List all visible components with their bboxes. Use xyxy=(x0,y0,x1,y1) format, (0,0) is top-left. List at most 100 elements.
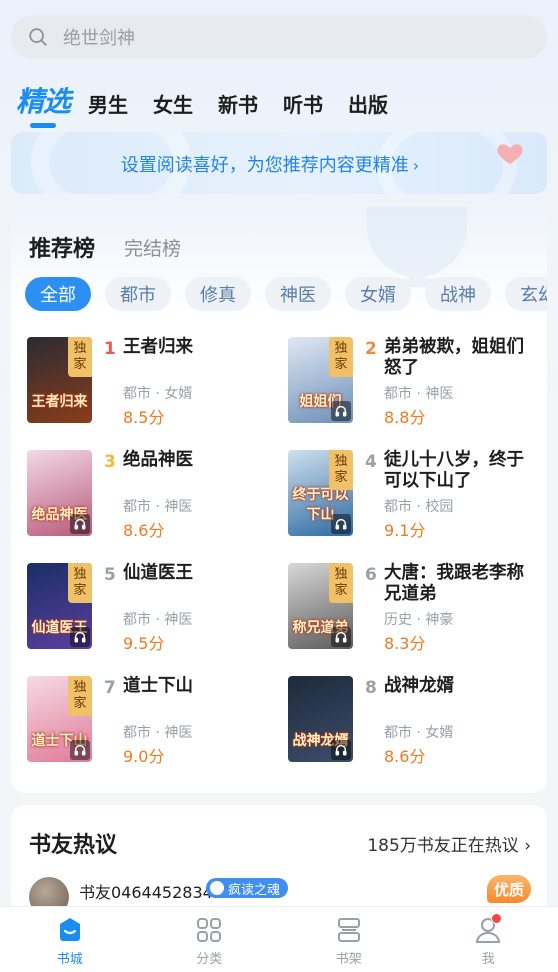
headphones-icon xyxy=(331,627,351,647)
heart-icon xyxy=(497,144,523,165)
badge-icon xyxy=(210,881,224,895)
tab-featured-label: 精选 xyxy=(16,85,71,118)
book-cover[interactable]: 战神龙婿 xyxy=(288,676,353,762)
tab-recommend-list[interactable]: 推荐榜 xyxy=(29,231,95,263)
book-tags: 都市 · 校园 xyxy=(384,499,454,515)
tab-completed-list[interactable]: 完结榜 xyxy=(124,234,181,261)
chip-urban[interactable]: 都市 xyxy=(105,277,171,311)
book-score: 8.6分 xyxy=(384,747,426,766)
book-tags: 历史 · 神豪 xyxy=(384,612,454,628)
user-level-badge: 疯读之魂 xyxy=(206,878,289,898)
headphones-icon xyxy=(70,627,90,647)
genre-filter-chips: 全部 都市 修真 神医 女婿 战神 玄幻 xyxy=(25,277,547,313)
nav-label: 我 xyxy=(481,952,495,967)
exclusive-badge: 独家 xyxy=(329,337,353,377)
discussion-count: 185万书友正在热议 xyxy=(367,836,519,856)
book-title[interactable]: 徒儿十八岁，终于可以下山了 xyxy=(384,450,540,492)
book-title[interactable]: 战神龙婿 xyxy=(384,676,540,697)
book-item[interactable]: 王者归来独家 1 王者归来 都市 · 女婿 8.5分 xyxy=(27,337,287,427)
book-title[interactable]: 大唐：我跟老李称兄道弟 xyxy=(384,563,540,605)
book-cover[interactable]: 终于可以下山独家 xyxy=(288,450,353,536)
rank-number: 8 xyxy=(365,678,377,698)
nav-category[interactable]: 分类 xyxy=(140,907,280,972)
preference-banner[interactable]: 设置阅读喜好，为您推荐内容更精准 › xyxy=(11,132,547,194)
book-item[interactable]: 终于可以下山独家 4 徒儿十八岁，终于可以下山了 都市 · 校园 9.1分 xyxy=(288,450,547,540)
discussion-title: 书友热议 xyxy=(29,833,118,858)
tab-audiobooks[interactable]: 听书 xyxy=(283,89,323,120)
exclusive-badge: 独家 xyxy=(68,563,92,603)
rank-number: 6 xyxy=(365,565,377,585)
exclusive-badge-char: 家 xyxy=(73,583,87,598)
rank-number: 7 xyxy=(104,678,116,698)
chip-son-in-law[interactable]: 女婿 xyxy=(345,277,411,311)
book-title[interactable]: 绝品神医 xyxy=(123,450,279,471)
category-grid-icon xyxy=(197,918,222,942)
rank-number: 2 xyxy=(365,339,377,359)
book-cover[interactable]: 王者归来 独家 xyxy=(27,337,92,423)
exclusive-badge-char: 家 xyxy=(73,357,87,372)
rank-number: 4 xyxy=(365,452,377,472)
tab-male[interactable]: 男生 xyxy=(88,89,128,120)
book-cover[interactable]: 道士下山独家 xyxy=(27,676,92,762)
chip-fantasy[interactable]: 玄幻 xyxy=(505,277,547,311)
exclusive-badge: 独家 xyxy=(329,563,353,603)
exclusive-badge: 独家 xyxy=(68,676,92,716)
nav-bookshelf[interactable]: 书架 xyxy=(279,907,419,972)
exclusive-badge-char: 家 xyxy=(334,357,348,372)
book-item[interactable]: 道士下山独家 7 道士下山都市 · 神医 9.0分 xyxy=(27,676,287,766)
book-tags: 都市 · 神医 xyxy=(123,725,193,741)
book-cover[interactable]: 绝品神医 xyxy=(27,450,92,536)
exclusive-badge-char: 独 xyxy=(334,567,348,582)
book-score: 8.8分 xyxy=(384,408,426,427)
quality-tag: 优质 xyxy=(487,875,531,903)
headphones-icon xyxy=(331,740,351,760)
headphones-icon xyxy=(70,740,90,760)
nav-profile[interactable]: 我 xyxy=(419,907,558,972)
badge-label: 疯读之魂 xyxy=(228,882,281,898)
book-score: 8.6分 xyxy=(123,521,165,540)
chip-cultivation[interactable]: 修真 xyxy=(185,277,251,311)
discussion-more-link[interactable]: 185万书友正在热议 › xyxy=(367,831,531,856)
nav-bookstore[interactable]: 书城 xyxy=(0,907,140,972)
rank-number: 3 xyxy=(104,452,116,472)
book-cover[interactable]: 称兄道弟独家 xyxy=(288,563,353,649)
book-item[interactable]: 绝品神医 3 绝品神医 都市 · 神医 8.6分 xyxy=(27,450,287,540)
tab-new-books[interactable]: 新书 xyxy=(218,89,258,120)
banner-text-row: 设置阅读喜好，为您推荐内容更精准 › xyxy=(11,151,547,177)
chip-divine-doctor[interactable]: 神医 xyxy=(265,277,331,311)
book-cover[interactable]: 姐姐们独家 xyxy=(288,337,353,423)
tab-female[interactable]: 女生 xyxy=(153,89,193,120)
book-item[interactable]: 战神龙婿 8 战神龙婿 都市 · 女婿 8.6分 xyxy=(288,676,547,766)
book-cover[interactable]: 仙道医王独家 xyxy=(27,563,92,649)
book-title[interactable]: 王者归来 xyxy=(123,337,279,358)
book-title[interactable]: 弟弟被欺，姐姐们怒了 xyxy=(384,337,540,379)
book-title[interactable]: 仙道医王 xyxy=(123,563,279,584)
book-item[interactable]: 称兄道弟独家 6 大唐：我跟老李称兄道弟 历史 · 神豪 8.3分 xyxy=(288,563,547,653)
book-tags: 都市 · 神医 xyxy=(123,612,193,628)
bookstore-icon xyxy=(59,918,80,941)
nav-label: 分类 xyxy=(196,952,223,967)
exclusive-badge-char: 独 xyxy=(334,454,348,469)
book-item[interactable]: 姐姐们独家 2 弟弟被欺，姐姐们怒了 都市 · 神医 8.8分 xyxy=(288,337,547,427)
exclusive-badge: 独家 xyxy=(68,337,92,377)
trophy-icon xyxy=(367,207,467,287)
nav-label: 书架 xyxy=(335,952,362,967)
exclusive-badge-char: 家 xyxy=(334,470,348,485)
book-score: 9.0分 xyxy=(123,747,165,766)
search-placeholder: 绝世剑神 xyxy=(63,28,135,49)
headphones-icon xyxy=(331,401,351,421)
book-title[interactable]: 道士下山 xyxy=(123,676,279,697)
search-bar[interactable]: 绝世剑神 xyxy=(11,15,547,59)
chip-war-god[interactable]: 战神 xyxy=(425,277,491,311)
tab-published[interactable]: 出版 xyxy=(348,89,388,120)
book-item[interactable]: 仙道医王独家 5 仙道医王 都市 · 神医 9.5分 xyxy=(27,563,287,653)
banner-text: 设置阅读喜好，为您推荐内容更精准 xyxy=(120,155,409,176)
tab-featured[interactable]: 精选 xyxy=(16,80,71,128)
channel-tabs: 精选 男生 女生 新书 听书 出版 xyxy=(16,76,413,128)
chevron-right-icon: › xyxy=(524,836,531,856)
chip-all[interactable]: 全部 xyxy=(25,277,91,311)
cover-title: 王者归来 xyxy=(31,394,88,410)
tab-indicator xyxy=(30,123,56,128)
notification-dot xyxy=(490,913,502,924)
username[interactable]: 书友0464452834 xyxy=(79,879,213,903)
